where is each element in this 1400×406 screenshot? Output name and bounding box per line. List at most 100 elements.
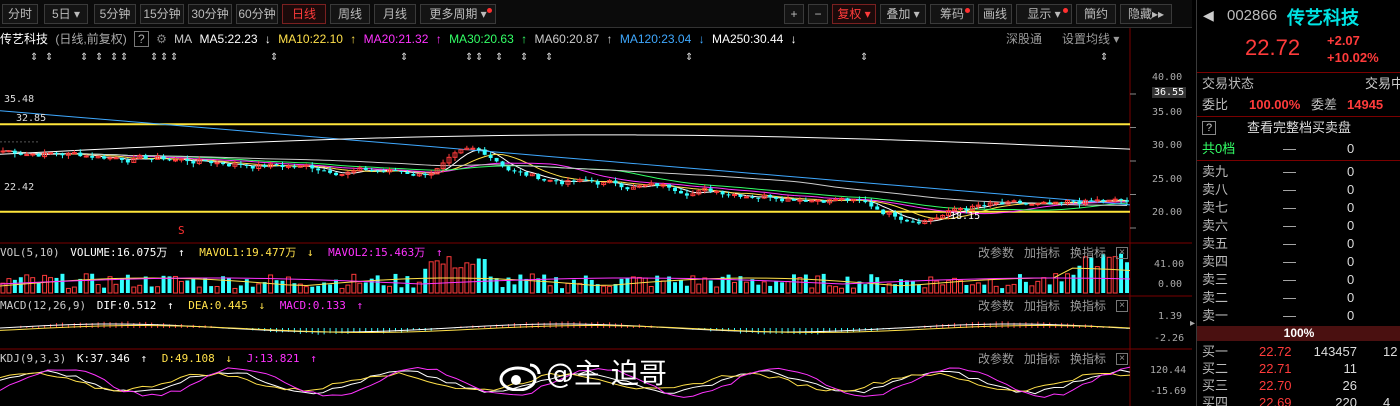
event-marker-icon: ⇕: [1100, 52, 1108, 63]
simple-mode-button[interactable]: 簡约: [1076, 4, 1116, 24]
volume-bar: [636, 276, 642, 294]
ask-level-row[interactable]: 卖三 — 0: [1197, 271, 1400, 289]
volume-bar: [232, 287, 238, 294]
volume-bar: [48, 277, 54, 294]
candle-body: [161, 156, 166, 160]
price-change: +2.07: [1327, 33, 1360, 48]
volume-bar: [1018, 274, 1022, 293]
trade-status-label: 交易状态: [1202, 76, 1255, 91]
vol-edit-params-button[interactable]: 改参数: [978, 245, 1014, 261]
ask-level-volume: 0: [1347, 164, 1355, 179]
hide-button[interactable]: 隐藏▸▸: [1120, 4, 1172, 24]
display-button[interactable]: 显示 ▾: [1016, 4, 1072, 24]
order-diff-value: 14945: [1347, 97, 1384, 112]
adjust-rights-button[interactable]: 复权 ▾: [832, 4, 876, 24]
ask-level-row[interactable]: 卖七 — 0: [1197, 199, 1400, 217]
volume-bar: [214, 285, 220, 294]
volume-bar: [648, 285, 654, 294]
ask-level-row[interactable]: 卖八 — 0: [1197, 181, 1400, 199]
macd-switch-indicator-button[interactable]: 换指标: [1070, 298, 1106, 314]
candle-body: [833, 199, 839, 202]
ask-level-row[interactable]: 卖六 — 0: [1197, 217, 1400, 235]
volume-bar: [65, 287, 71, 294]
candle-body: [863, 200, 868, 203]
volume-bar: [71, 286, 77, 294]
help-icon[interactable]: ?: [134, 31, 149, 47]
volume-bar: [1112, 256, 1118, 294]
ask-level-row[interactable]: 卖九 — 0: [1197, 163, 1400, 181]
ask-level-volume: 0: [1347, 218, 1355, 233]
candle-body: [1101, 199, 1106, 202]
ask-level-label: 卖七: [1202, 200, 1229, 215]
bid-level-row[interactable]: 买四 22.69 220 4: [1197, 394, 1400, 406]
ask-level-row[interactable]: 卖一 — 0: [1197, 307, 1400, 325]
kdj-switch-indicator-button[interactable]: 换指标: [1070, 351, 1106, 367]
zoom-out-button[interactable]: −: [808, 4, 828, 24]
kdj-add-indicator-button[interactable]: 加指标: [1024, 351, 1060, 367]
period-5min-button[interactable]: 5分钟: [94, 4, 136, 24]
event-marker-icon: ⇕: [150, 52, 158, 63]
kline-chart-svg[interactable]: ⇕ ⇕ ⇕ ⇕ ⇕ ⇕ ⇕ ⇕ ⇕ ⇕ ⇕ ⇕ ⇕ ⇕ ⇕ ⇕ ⇕ ⇕ ⇕: [0, 28, 1192, 406]
back-arrow-icon[interactable]: ◀: [1203, 7, 1214, 24]
ask-level-volume: 0: [1347, 254, 1355, 269]
period-daily-button[interactable]: 日线: [282, 4, 326, 24]
period-weekly-button[interactable]: 周线: [330, 4, 370, 24]
bid-level-row[interactable]: 买三 22.70 26: [1197, 377, 1400, 395]
macd-add-indicator-button[interactable]: 加指标: [1024, 298, 1060, 314]
bid-level-label: 买二: [1202, 361, 1229, 376]
gear-icon[interactable]: ⚙: [156, 32, 167, 46]
ask-level-price: —: [1283, 254, 1296, 269]
help-icon[interactable]: ?: [1202, 121, 1216, 135]
overlay-button[interactable]: 叠加 ▾: [880, 4, 926, 24]
period-5day-label: 5日: [51, 7, 71, 21]
close-icon[interactable]: ×: [1116, 300, 1128, 312]
volume-bar: [696, 283, 702, 294]
chevron-down-icon: ▾: [70, 7, 81, 21]
vol-add-indicator-button[interactable]: 加指标: [1024, 245, 1060, 261]
chips-button[interactable]: 筹码: [930, 4, 974, 24]
candle-body: [708, 188, 713, 192]
candle-body: [625, 187, 630, 190]
event-marker-icon: ⇕: [45, 52, 53, 63]
more-periods-button[interactable]: 更多周期 ▾: [420, 4, 496, 24]
vol-switch-indicator-button[interactable]: 换指标: [1070, 245, 1106, 261]
volume-bar: [172, 275, 178, 294]
vol-volume-value: VOLUME:16.075万 ↑: [70, 246, 188, 259]
kdj-edit-params-button[interactable]: 改参数: [978, 351, 1014, 367]
close-icon[interactable]: ×: [1116, 247, 1128, 259]
period-60min-button[interactable]: 60分钟: [236, 4, 278, 24]
period-minute-button[interactable]: 分时: [2, 4, 38, 24]
volume-bar: [274, 280, 279, 293]
full-book-row[interactable]: ? 查看完整档买卖盘: [1197, 119, 1400, 137]
macd-dea-text: DEA:0.445: [188, 299, 248, 312]
ask-level-row[interactable]: 卖二 — 0: [1197, 289, 1400, 307]
close-icon[interactable]: ×: [1116, 353, 1128, 365]
macd-edit-params-button[interactable]: 改参数: [978, 298, 1014, 314]
volume-bar: [839, 287, 845, 294]
ask-level-row[interactable]: 卖五 — 0: [1197, 235, 1400, 253]
ma60-value-text: MA60:20.87: [534, 32, 600, 46]
candle-body: [12, 150, 17, 154]
bid-level-row[interactable]: 买一 22.72 143457 12: [1197, 343, 1400, 361]
vol-mavol2-text: MAVOL2:15.463万: [328, 246, 426, 259]
ask-level-row[interactable]: 卖四 — 0: [1197, 253, 1400, 271]
set-ma-button[interactable]: 设置均线 ▾: [1062, 31, 1119, 47]
volume-bar: [827, 285, 833, 294]
volume-bar: [850, 287, 856, 294]
volume-bar: [1089, 257, 1094, 293]
volume-bar: [1041, 277, 1047, 294]
chart-area[interactable]: ⇕ ⇕ ⇕ ⇕ ⇕ ⇕ ⇕ ⇕ ⇕ ⇕ ⇕ ⇕ ⇕ ⇕ ⇕ ⇕ ⇕ ⇕ ⇕ 传艺科技 (日线,前复权) ? ⚙ MA…: [0, 28, 1192, 406]
deep-connect-link[interactable]: 深股通: [1006, 31, 1042, 47]
period-15min-button[interactable]: 15分钟: [140, 4, 184, 24]
full-book-link[interactable]: 查看完整档买卖盘: [1247, 119, 1351, 137]
draw-line-button[interactable]: 画线: [978, 4, 1012, 24]
volume-bar: [1029, 285, 1035, 294]
volume-bar: [905, 280, 909, 293]
period-30min-button[interactable]: 30分钟: [188, 4, 232, 24]
volume-bar: [928, 276, 934, 294]
bid-level-row[interactable]: 买二 22.71 11: [1197, 360, 1400, 378]
volume-bar: [803, 274, 808, 293]
zoom-in-button[interactable]: +: [784, 4, 804, 24]
period-monthly-button[interactable]: 月线: [374, 4, 416, 24]
period-5day-button[interactable]: 5日 ▾: [44, 4, 88, 24]
